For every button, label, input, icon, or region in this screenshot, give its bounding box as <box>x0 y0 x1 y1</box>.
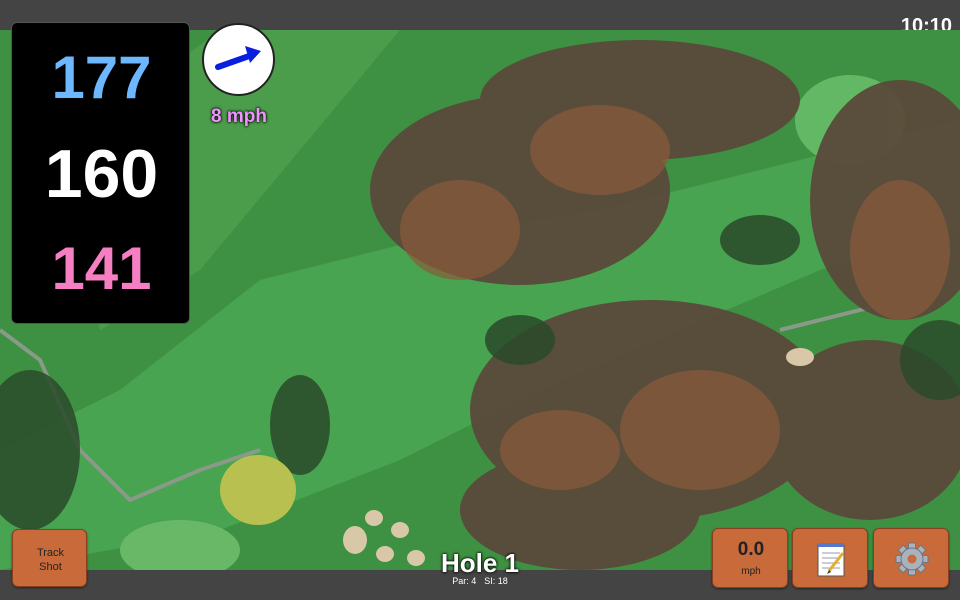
notepad-icon <box>817 543 845 577</box>
hole-si: SI: 18 <box>484 576 508 586</box>
wind-indicator <box>202 23 275 96</box>
hole-par: Par: 4 <box>452 576 477 586</box>
hole-details: Par: 4 SI: 18 <box>400 576 560 586</box>
track-shot-label-line1: Track <box>36 547 65 559</box>
track-shot-button[interactable]: Track Shot <box>12 529 87 587</box>
speed-unit: mph <box>741 566 761 577</box>
hole-title: Hole 1 <box>440 548 520 578</box>
gear-icon <box>895 542 929 576</box>
wind-speed: 8 mph <box>211 106 267 127</box>
hole-info: Hole 1 Par: 4 SI: 18 <box>400 548 560 586</box>
arrow-right-up-icon <box>215 46 261 70</box>
settings-button[interactable] <box>873 528 949 588</box>
middle-distance: 160 <box>44 136 159 212</box>
distance-panel: 177 160 141 <box>11 22 190 324</box>
track-shot-label-line2: Shot <box>39 561 62 573</box>
speed-button[interactable]: 0.0 mph <box>712 528 788 588</box>
back-distance: 177 <box>51 44 152 111</box>
notes-button[interactable] <box>792 528 868 588</box>
speed-value: 0.0 <box>737 539 765 560</box>
front-distance: 141 <box>51 235 152 302</box>
